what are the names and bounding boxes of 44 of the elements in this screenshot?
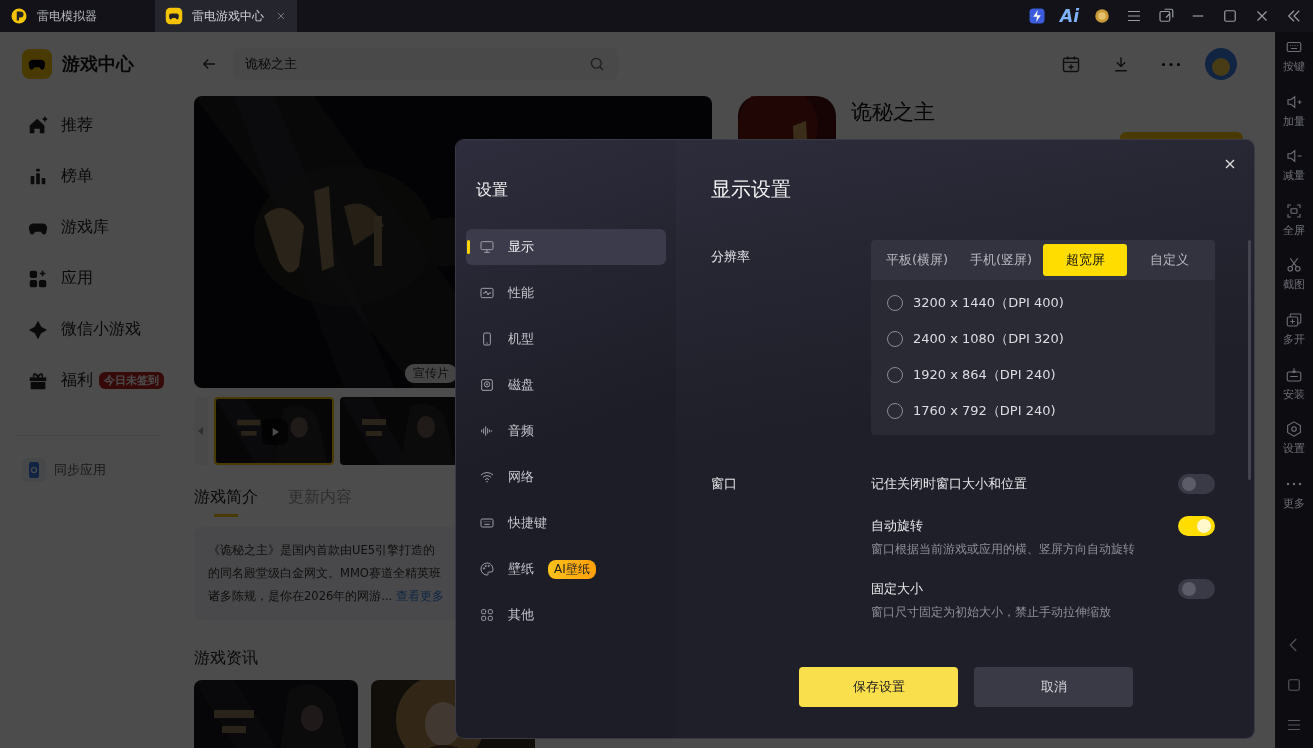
save-button[interactable]: 保存设置 (799, 667, 958, 707)
toggle-description: 窗口尺寸固定为初始大小，禁止手动拉伸缩放 (871, 604, 1112, 620)
cancel-button[interactable]: 取消 (974, 667, 1133, 707)
toolbar-button[interactable]: 全屏 (1283, 201, 1305, 257)
toolbar-button[interactable]: 加量 (1283, 92, 1305, 148)
settings-nav-item[interactable]: 壁纸 AI壁纸 (466, 551, 666, 587)
segment-tab[interactable]: 手机(竖屏) (959, 244, 1043, 276)
settings-nav-item[interactable]: 其他 (466, 597, 666, 633)
option-label: 1920 x 864（DPI 240) (913, 366, 1056, 384)
ai-button[interactable]: Ai (1060, 7, 1079, 25)
toolbar-button[interactable]: 更多 (1283, 474, 1305, 530)
settings-nav-item[interactable]: 网络 (466, 459, 666, 495)
toolbar-button[interactable]: 设置 (1283, 420, 1305, 475)
settings-nav-item[interactable]: 磁盘 (466, 367, 666, 403)
toggle-label: 记住关闭时窗口大小和位置 (871, 475, 1028, 493)
settings-nav-item[interactable]: 性能 (466, 275, 666, 311)
settings-nav-item[interactable]: 快捷键 (466, 505, 666, 541)
segment-tab[interactable]: 超宽屏 (1043, 244, 1127, 276)
toolbar-button[interactable]: 多开 (1283, 310, 1305, 366)
window-tab[interactable]: 雷电游戏中心 (155, 0, 297, 32)
dialog-title: 设置 (475, 180, 509, 200)
option-label: 1760 x 792（DPI 240) (913, 402, 1056, 420)
setting-label: 分辨率 (711, 248, 751, 266)
settings-nav-item[interactable]: 音频 (466, 413, 666, 449)
toolbar-button[interactable]: 截图 (1283, 256, 1305, 311)
toolbar-button[interactable]: 按键 (1283, 38, 1305, 93)
toggle-description: 窗口根据当前游戏或应用的横、竖屏方向自动旋转 (871, 541, 1136, 557)
option-label: 3200 x 1440（DPI 400) (913, 294, 1064, 312)
setting-label: 窗口 (711, 475, 738, 493)
toolbar-button[interactable]: 减量 (1283, 147, 1305, 202)
option-label: 2400 x 1080（DPI 320) (913, 330, 1064, 348)
window-tab[interactable]: 雷电模拟器 (0, 0, 150, 32)
game-title: 诡秘之主 (851, 100, 935, 124)
section-title: 游戏资讯 (194, 648, 259, 668)
settings-nav-item[interactable]: 机型 (466, 321, 666, 357)
section-heading: 显示设置 (711, 176, 792, 202)
toggle-label: 固定大小 (871, 580, 924, 598)
segment-tab[interactable]: 自定义 (1127, 244, 1211, 276)
toolbar-button[interactable]: 安装 (1283, 365, 1305, 421)
toggle-label: 自动旋转 (871, 517, 924, 535)
app-title: 游戏中心 (62, 52, 134, 76)
ai-badge: AI壁纸 (548, 559, 596, 579)
settings-nav-item[interactable]: 显示 (466, 229, 666, 265)
segment-tab[interactable]: 平板(横屏) (875, 244, 959, 276)
